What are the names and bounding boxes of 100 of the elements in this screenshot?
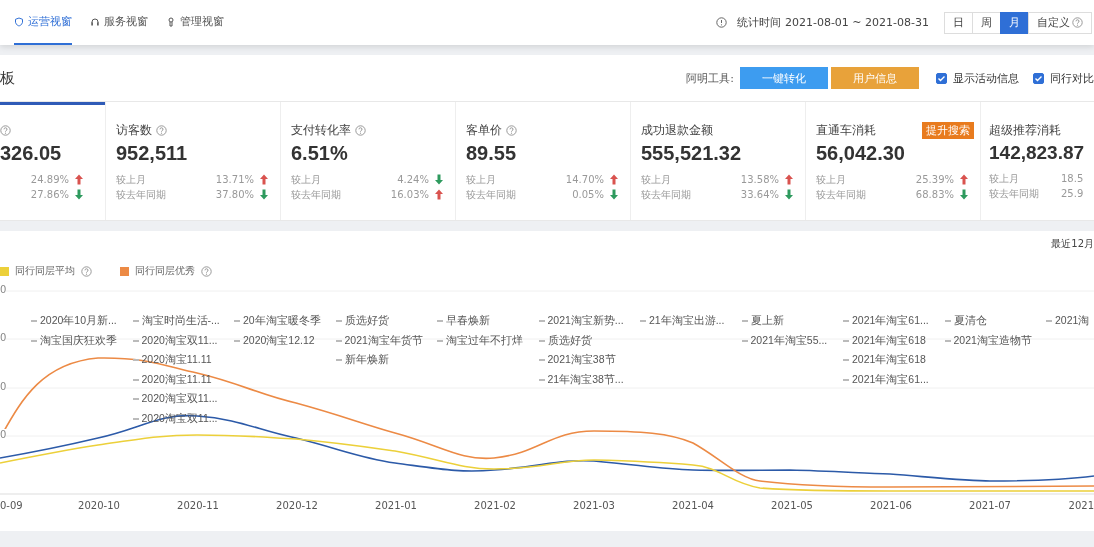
- event-label[interactable]: 2021年淘宝618: [852, 333, 926, 348]
- event-label[interactable]: 夏清仓: [953, 314, 987, 329]
- metric-title: 访客数: [116, 121, 152, 139]
- checkbox[interactable]: [936, 72, 947, 84]
- event-label[interactable]: 2021淘: [1055, 314, 1090, 329]
- x-axis-label: 2020-12: [275, 500, 319, 513]
- event-label[interactable]: 淘宝过年不打烊: [446, 333, 523, 348]
- dash-icon: [741, 320, 748, 323]
- metric-value: 142,823.87: [989, 142, 1086, 164]
- event-label[interactable]: 新年焕新: [344, 353, 389, 368]
- event-label[interactable]: 2020淘宝12.12: [243, 333, 315, 348]
- compare-label: 较上月: [816, 172, 847, 187]
- dash-icon: [31, 320, 37, 323]
- checkbox-label: 显示活动信息: [953, 70, 1019, 86]
- event-label[interactable]: 2021淘宝年货节: [344, 333, 423, 348]
- dash-icon: [132, 320, 139, 323]
- x-axis-label: 2021-04: [671, 500, 715, 513]
- tools-label: 阿明工具:: [686, 70, 734, 86]
- x-axis-label: 2021-01: [374, 500, 418, 513]
- change-value: 13.58%: [740, 174, 779, 185]
- range-label[interactable]: 最近12月: [1051, 237, 1094, 253]
- metric-card[interactable]: 326.05 24.89% 27.86%: [0, 102, 106, 220]
- change-value: 14.70%: [565, 174, 604, 185]
- period-tab[interactable]: 自定义: [1028, 11, 1092, 34]
- help-icon[interactable]: [156, 124, 167, 136]
- view-tab[interactable]: 服务视窗: [90, 0, 148, 45]
- y-axis-label: 0: [0, 284, 7, 295]
- help-icon[interactable]: [355, 124, 366, 136]
- event-label[interactable]: 淘宝时尚生活-...: [141, 314, 220, 329]
- event-label[interactable]: 2021年淘宝61...: [852, 372, 929, 387]
- period-tab[interactable]: 日: [944, 11, 973, 34]
- dash-icon: [31, 339, 37, 342]
- x-axis-label: 2021-02: [473, 500, 517, 513]
- change-value: 27.86%: [30, 189, 69, 200]
- x-axis-label: 0-09: [0, 500, 24, 513]
- x-axis-label: 2021-07: [968, 500, 1012, 513]
- event-label[interactable]: 早春焕新: [446, 314, 490, 329]
- checkbox[interactable]: [1033, 72, 1044, 84]
- dash-icon: [640, 320, 646, 323]
- metric-value: 326.05: [0, 142, 63, 165]
- metric-value: 555,521.32: [641, 142, 743, 165]
- event-label[interactable]: 2021年淘宝55...: [750, 333, 828, 348]
- event-label[interactable]: 2020淘宝11.11: [141, 372, 212, 387]
- metric-title: 成功退款金额: [641, 121, 713, 139]
- help-icon[interactable]: [1072, 17, 1083, 28]
- help-icon[interactable]: [506, 124, 517, 136]
- compare-label: 较去年同期: [116, 187, 167, 202]
- info-icon[interactable]: [716, 17, 728, 28]
- help-icon[interactable]: [81, 265, 92, 277]
- event-label[interactable]: 2021淘宝造物节: [953, 333, 1032, 348]
- view-tab[interactable]: 管理视窗: [166, 0, 224, 45]
- period-tab[interactable]: 周: [972, 11, 1001, 34]
- event-label[interactable]: 2021年淘宝61...: [852, 314, 929, 329]
- event-label[interactable]: 21年淘宝38节...: [547, 372, 624, 387]
- change-value: 68.83%: [915, 189, 954, 200]
- dash-icon: [843, 339, 849, 342]
- dash-icon: [234, 320, 240, 323]
- event-label[interactable]: 2021淘宝新势...: [547, 314, 624, 329]
- change-value: 25.39%: [915, 174, 954, 185]
- view-tab[interactable]: 运营视窗: [14, 0, 72, 45]
- event-label[interactable]: 2020淘宝双11...: [141, 333, 218, 348]
- help-icon[interactable]: [0, 124, 11, 136]
- legend-label[interactable]: 同行同层平均: [15, 264, 75, 278]
- event-label[interactable]: 夏上新: [750, 314, 784, 329]
- event-label[interactable]: 2020淘宝双11...: [141, 392, 218, 407]
- dash-icon: [538, 339, 545, 342]
- help-icon[interactable]: [201, 265, 212, 277]
- change-value: 18.5: [1061, 173, 1084, 184]
- event-label[interactable]: 20年淘宝暖冬季: [243, 314, 321, 329]
- legend-label[interactable]: 同行同层优秀: [135, 264, 195, 278]
- event-label[interactable]: 质选好货: [547, 333, 592, 348]
- compare-label: 较去年同期: [466, 187, 517, 202]
- dash-icon: [234, 339, 240, 342]
- event-label[interactable]: 2021年淘宝618: [852, 353, 926, 368]
- y-axis-label: 0: [0, 429, 7, 440]
- x-axis-label: 2021-03: [572, 500, 616, 513]
- dash-icon: [843, 320, 849, 323]
- event-label[interactable]: 2021淘宝38节: [547, 353, 616, 368]
- compare-label: 较上月: [116, 172, 147, 187]
- event-label[interactable]: 淘宝国庆狂欢季: [40, 333, 117, 348]
- compare-label: 较去年同期: [989, 186, 1040, 201]
- compare-label: 较去年同期: [291, 187, 342, 202]
- dash-icon: [843, 378, 849, 381]
- dash-icon: [538, 320, 545, 323]
- event-label[interactable]: 21年淘宝出游...: [649, 314, 725, 329]
- x-axis-label: 2020-11: [176, 500, 220, 513]
- metric-value: 952,511: [116, 142, 189, 165]
- dash-icon: [132, 359, 139, 362]
- dash-icon: [538, 378, 545, 381]
- compare-label: 较上月: [466, 172, 497, 187]
- compare-label: 较上月: [989, 171, 1020, 186]
- period-tab[interactable]: 月: [1000, 11, 1029, 34]
- metric-title: 支付转化率: [291, 121, 351, 139]
- dash-icon: [944, 320, 951, 323]
- y-axis-label: 0: [0, 332, 7, 343]
- event-label[interactable]: 2020年10月新...: [40, 314, 117, 329]
- event-label[interactable]: 质选好货: [344, 314, 389, 329]
- dash-icon: [335, 359, 342, 362]
- metric-title: 客单价: [466, 121, 502, 139]
- change-value: 25.9: [1061, 188, 1084, 199]
